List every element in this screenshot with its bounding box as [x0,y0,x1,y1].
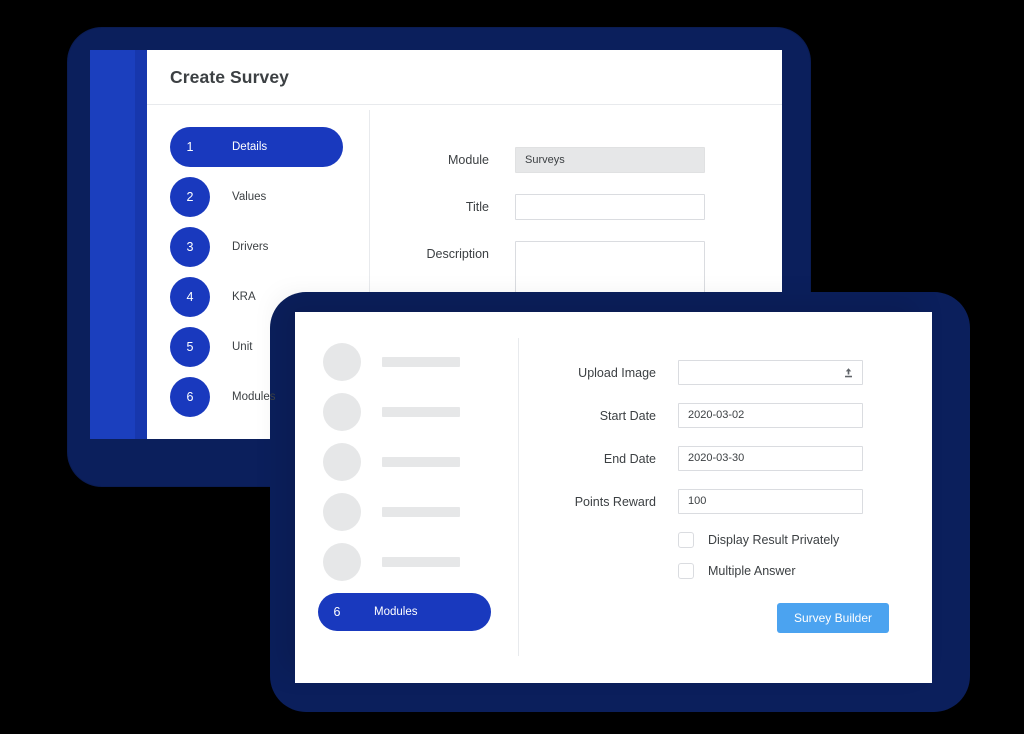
modules-form: Upload Image Start Date 2020-03-02 End D… [518,312,932,683]
points-reward-label: Points Reward [574,494,656,509]
back-window-header: Create Survey [147,50,782,105]
start-date-label: Start Date [599,408,656,423]
title-label: Title [465,200,489,214]
display-result-privately-checkbox[interactable] [678,532,694,548]
step-item-values[interactable]: 2 Values [147,177,369,217]
skeleton-avatar [323,543,361,581]
skeleton-avatar [323,443,361,481]
screenshot-stage: Create Survey 1 Details 2 Values 3 Drive… [0,0,1024,734]
front-window-step-list: 6 Modules [295,312,518,683]
skeleton-list-item [295,343,518,381]
form-row-start-date: Start Date 2020-03-02 [518,403,932,428]
skeleton-list-item [295,493,518,531]
step-label: Details [232,141,268,153]
step-number-badge: 4 [170,277,210,317]
module-label: Module [448,153,489,167]
front-window-panel: 6 Modules Upload Image Start Date 2020-0… [295,312,932,683]
form-row-points-reward: Points Reward 100 [518,489,932,514]
step-label: Drivers [232,241,269,253]
end-date-field[interactable]: 2020-03-30 [678,446,863,471]
form-row-upload-image: Upload Image [518,360,932,385]
skeleton-avatar [323,343,361,381]
form-row-module: Module Surveys [369,147,782,173]
skeleton-list-item [295,543,518,581]
step-number-badge: 2 [170,177,210,217]
skeleton-text-bar [382,557,460,567]
display-result-privately-label: Display Result Privately [708,533,840,547]
step-label: Unit [232,341,253,353]
step-item-modules-active[interactable]: 6 Modules [318,593,491,631]
skeleton-text-bar [382,357,460,367]
checkbox-row-display-result-privately[interactable]: Display Result Privately [518,532,932,548]
skeleton-text-bar [382,407,460,417]
upload-image-label: Upload Image [578,365,656,380]
description-label: Description [426,247,489,261]
step-label: Modules [232,391,276,403]
module-field: Surveys [515,147,705,173]
step-number-badge: 1 [186,140,194,154]
multiple-answer-label: Multiple Answer [708,564,796,578]
app-navigation-rail[interactable] [90,50,147,439]
skeleton-list-item [295,443,518,481]
form-row-title: Title [369,194,782,220]
end-date-label: End Date [603,451,656,466]
page-title: Create Survey [170,66,290,87]
skeleton-avatar [323,393,361,431]
step-number-badge: 6 [333,605,341,619]
title-input[interactable] [515,194,705,220]
skeleton-text-bar [382,507,460,517]
start-date-field[interactable]: 2020-03-02 [678,403,863,428]
skeleton-list-item [295,393,518,431]
upload-image-field[interactable] [678,360,863,385]
step-label: KRA [232,291,256,303]
skeleton-avatar [323,493,361,531]
points-reward-field[interactable]: 100 [678,489,863,514]
step-item-details[interactable]: 1 Details [147,127,369,167]
form-actions: Survey Builder [518,603,932,633]
checkbox-row-multiple-answer[interactable]: Multiple Answer [518,563,932,579]
step-number-badge: 5 [170,327,210,367]
upload-icon [845,367,852,377]
step-label: Values [232,191,267,203]
survey-builder-button[interactable]: Survey Builder [776,603,889,633]
step-number-badge: 6 [170,377,210,417]
step-number-badge: 3 [170,227,210,267]
form-row-end-date: End Date 2020-03-30 [518,446,932,471]
skeleton-text-bar [382,457,460,467]
step-item-drivers[interactable]: 3 Drivers [147,227,369,267]
step-label: Modules [374,606,418,618]
multiple-answer-checkbox[interactable] [678,563,694,579]
